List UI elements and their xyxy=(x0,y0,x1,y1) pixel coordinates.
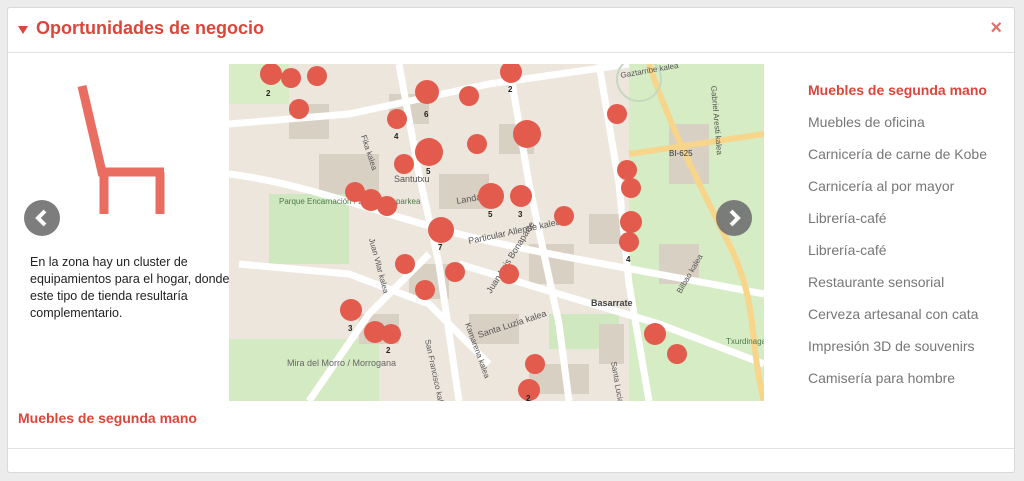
collapse-triangle-icon[interactable] xyxy=(18,26,28,34)
park-area xyxy=(229,339,379,401)
chevron-right-icon xyxy=(729,209,741,227)
opportunity-item[interactable]: Librería-café xyxy=(808,242,1013,274)
map-marker[interactable] xyxy=(289,99,309,119)
opportunity-item[interactable]: Impresión 3D de souvenirs xyxy=(808,338,1013,370)
map-label: Txurdinaga xyxy=(726,337,764,346)
chevron-left-icon xyxy=(35,209,47,227)
map-marker[interactable] xyxy=(307,66,327,86)
opportunity-item[interactable]: Librería-café xyxy=(808,210,1013,242)
map-marker[interactable] xyxy=(467,134,487,154)
map-marker[interactable] xyxy=(377,196,397,216)
marker-count: 3 xyxy=(518,210,523,219)
marker-count: 5 xyxy=(426,167,431,176)
selected-opportunity-label: Muebles de segunda mano xyxy=(18,410,197,426)
marker-count: 6 xyxy=(424,110,429,119)
opportunity-item[interactable]: Muebles de segunda mano xyxy=(808,82,1013,114)
map-marker[interactable] xyxy=(459,86,479,106)
next-arrow-button[interactable] xyxy=(716,200,752,236)
map-marker[interactable] xyxy=(281,68,301,88)
map-marker[interactable]: 2 xyxy=(518,379,540,401)
map-marker[interactable] xyxy=(395,254,415,274)
marker-count: 4 xyxy=(626,255,631,264)
chair-icon xyxy=(77,84,165,214)
map-marker[interactable] xyxy=(617,160,637,180)
marker-count: 5 xyxy=(488,210,493,219)
map-marker[interactable] xyxy=(621,178,641,198)
map-label: Basarrate xyxy=(591,298,633,308)
marker-count: 4 xyxy=(394,132,399,141)
opportunity-item[interactable]: Muebles de oficina xyxy=(808,114,1013,146)
opportunity-list: Muebles de segunda mano Muebles de ofici… xyxy=(808,82,1013,402)
map-marker[interactable] xyxy=(445,262,465,282)
map-label: Santutxu xyxy=(394,174,430,184)
map-marker[interactable] xyxy=(554,206,574,226)
map-marker[interactable] xyxy=(525,354,545,374)
opportunity-item[interactable]: Restaurante sensorial xyxy=(808,274,1013,306)
business-opportunities-panel: Oportunidades de negocio × En la zona ha… xyxy=(7,7,1015,473)
map-marker[interactable] xyxy=(644,323,666,345)
opportunity-item[interactable]: Camisería para hombre xyxy=(808,370,1013,402)
marker-count: 3 xyxy=(348,324,353,333)
map-view[interactable]: Santutxu Parque Encarnación / Eskoratze … xyxy=(229,64,764,401)
marker-count: 2 xyxy=(508,85,513,94)
panel-title: Oportunidades de negocio xyxy=(36,18,265,38)
panel-footer-divider xyxy=(8,448,1014,449)
close-icon[interactable]: × xyxy=(990,18,1002,38)
opportunity-description: En la zona hay un cluster de equipamient… xyxy=(30,255,230,320)
map-marker[interactable] xyxy=(499,264,519,284)
marker-count: 2 xyxy=(386,346,391,355)
map-canvas[interactable]: Santutxu Parque Encarnación / Eskoratze … xyxy=(229,64,764,401)
marker-count: 2 xyxy=(266,89,271,98)
marker-count: 2 xyxy=(526,394,531,401)
marker-count: 7 xyxy=(438,243,443,252)
panel-header: Oportunidades de negocio × xyxy=(8,8,1014,53)
opportunity-item[interactable]: Cerveza artesanal con cata xyxy=(808,306,1013,338)
map-marker[interactable] xyxy=(415,280,435,300)
opportunity-item[interactable]: Carnicería al por mayor xyxy=(808,178,1013,210)
map-label: BI-625 xyxy=(669,149,693,158)
map-marker[interactable] xyxy=(667,344,687,364)
previous-arrow-button[interactable] xyxy=(24,200,60,236)
map-marker[interactable] xyxy=(394,154,414,174)
map-label: Mira del Morro / Morrogana xyxy=(287,358,396,368)
opportunity-item[interactable]: Carnicería de carne de Kobe xyxy=(808,146,1013,178)
map-marker[interactable] xyxy=(513,120,541,148)
map-marker[interactable] xyxy=(607,104,627,124)
